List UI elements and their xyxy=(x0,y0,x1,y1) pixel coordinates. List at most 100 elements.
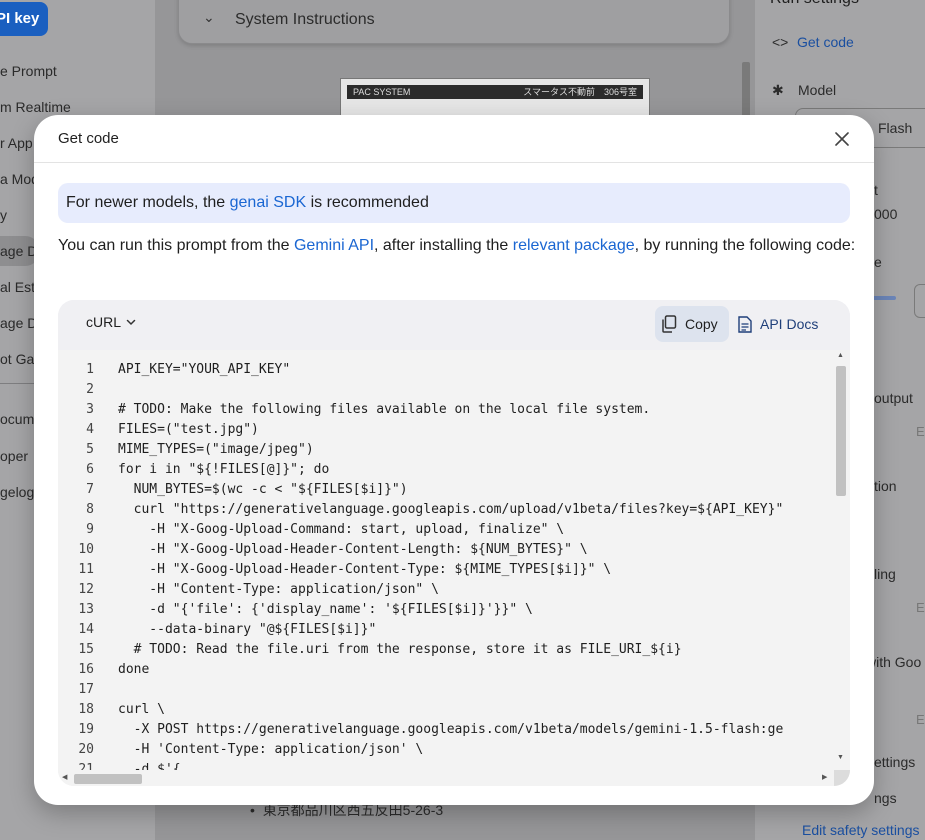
document-icon xyxy=(738,315,752,333)
code-line: 10 -H "X-Goog-Upload-Header-Content-Leng… xyxy=(58,540,838,560)
code-text: -H "X-Goog-Upload-Header-Content-Length:… xyxy=(118,542,588,557)
code-line: 13 -d "{'file': {'display_name': '${FILE… xyxy=(58,600,838,620)
code-vertical-scrollbar[interactable]: ▲ ▼ xyxy=(834,350,848,770)
edit-letter-2[interactable]: E xyxy=(916,600,925,615)
line-number: 15 xyxy=(78,642,94,657)
language-select[interactable]: cURL xyxy=(86,314,137,330)
code-text: for i in "${!FILES[@]}"; do xyxy=(118,462,330,477)
close-button[interactable] xyxy=(828,125,856,153)
image-header-bar: PAC SYSTEM スマータス不動前 306号室 xyxy=(347,85,643,99)
desc-part1: You can run this prompt from the xyxy=(58,237,294,254)
chevron-down-icon: ⌄ xyxy=(203,9,215,25)
nav-item[interactable]: gelog xyxy=(0,483,34,501)
code-line: 19 -X POST https://generativelanguage.go… xyxy=(58,720,838,740)
chevron-down-icon xyxy=(126,319,136,326)
execution-label: tion xyxy=(874,478,897,494)
nav-item[interactable]: oper xyxy=(0,447,28,465)
token-count-value: 000 xyxy=(874,206,898,222)
code-line: 18 curl \ xyxy=(58,700,838,720)
line-number: 9 xyxy=(86,522,94,537)
desc-part2: , after installing the xyxy=(374,237,513,254)
edit-letter-3[interactable]: E xyxy=(916,712,925,727)
copy-button[interactable]: Copy xyxy=(655,306,729,342)
code-line: 4 FILES=("test.jpg") xyxy=(58,420,838,440)
line-number: 2 xyxy=(86,382,94,397)
code-horizontal-scroll-thumb[interactable] xyxy=(74,774,142,784)
line-number: 6 xyxy=(86,462,94,477)
advanced-settings-label: ettings xyxy=(874,754,916,770)
line-number: 3 xyxy=(86,402,94,417)
sdk-notice-banner: For newer models, the genai SDK is recom… xyxy=(58,183,850,223)
code-text: done xyxy=(118,662,150,677)
line-number: 4 xyxy=(86,422,94,437)
relevant-package-link[interactable]: relevant package xyxy=(513,237,635,254)
code-line: 11 -H "X-Goog-Upload-Header-Content-Type… xyxy=(58,560,838,580)
code-text: # TODO: Read the file.uri from the respo… xyxy=(118,642,682,657)
code-text: curl "https://generativelanguage.googlea… xyxy=(118,502,784,517)
code-text: API_KEY="YOUR_API_KEY" xyxy=(118,362,291,377)
code-text: -X POST https://generativelanguage.googl… xyxy=(118,722,784,737)
nav-item[interactable]: ocum xyxy=(0,410,34,428)
token-count-label: t xyxy=(874,182,878,198)
code-line: 3 # TODO: Make the following files availa… xyxy=(58,400,838,420)
scroll-right-arrow-icon[interactable]: ▶ xyxy=(822,773,827,781)
dialog-header: Get code xyxy=(34,115,874,163)
code-line: 6 for i in "${!FILES[@]}"; do xyxy=(58,460,838,480)
main-scrollbar-thumb[interactable] xyxy=(742,62,750,122)
desc-part3: , by running the following code: xyxy=(634,237,856,254)
genai-sdk-link[interactable]: genai SDK xyxy=(230,194,307,211)
temperature-input[interactable] xyxy=(914,284,925,318)
code-line: 16 done xyxy=(58,660,838,680)
code-text: --data-binary "@${FILES[$i]}" xyxy=(118,622,377,637)
nav-item[interactable]: m Realtime xyxy=(0,98,71,116)
output-label: output xyxy=(874,390,913,406)
dialog-title: Get code xyxy=(58,130,119,147)
grounding-label: ling xyxy=(874,566,896,582)
dialog-description: You can run this prompt from the Gemini … xyxy=(58,233,858,258)
code-toolbar: cURL Copy API Docs xyxy=(58,300,850,348)
get-api-key-button[interactable]: PI key xyxy=(0,2,48,36)
run-settings-title: Run settings xyxy=(770,0,859,8)
line-number: 10 xyxy=(78,542,94,557)
nav-item[interactable]: ot Gal xyxy=(0,350,37,368)
nav-item[interactable]: r App xyxy=(0,134,33,152)
gemini-api-link[interactable]: Gemini API xyxy=(294,237,374,254)
nav-item[interactable]: age D xyxy=(0,314,37,332)
safety-settings-label: ngs xyxy=(874,790,897,806)
grounding-google-label: with Goo xyxy=(866,654,922,670)
model-value: Flash xyxy=(878,120,913,136)
line-number: 20 xyxy=(78,742,94,757)
line-number: 18 xyxy=(78,702,94,717)
line-number: 14 xyxy=(78,622,94,637)
code-text: MIME_TYPES=("image/jpeg") xyxy=(118,442,314,457)
edit-safety-settings-link[interactable]: Edit safety settings xyxy=(802,822,920,838)
edit-letter-1[interactable]: E xyxy=(916,424,925,439)
line-number: 16 xyxy=(78,662,94,677)
nav-item[interactable]: al Est xyxy=(0,278,35,296)
api-docs-label: API Docs xyxy=(760,316,819,332)
code-line: 12 -H "Content-Type: application/json" \ xyxy=(58,580,838,600)
nav-item[interactable]: e Prompt xyxy=(0,62,57,80)
code-line: 8 curl "https://generativelanguage.googl… xyxy=(58,500,838,520)
api-docs-button[interactable]: API Docs xyxy=(738,310,818,338)
code-line: 15 # TODO: Read the file.uri from the re… xyxy=(58,640,838,660)
code-vertical-scroll-thumb[interactable] xyxy=(836,366,846,496)
copy-label: Copy xyxy=(685,316,718,332)
scroll-down-arrow-icon[interactable]: ▼ xyxy=(837,754,844,761)
line-number: 8 xyxy=(86,502,94,517)
code-editor[interactable]: 1 API_KEY="YOUR_API_KEY" 2 3 # TODO: Make th… xyxy=(58,350,850,786)
notice-suffix: is recommended xyxy=(306,194,429,211)
get-code-link[interactable]: Get code xyxy=(797,34,854,50)
scroll-left-arrow-icon[interactable]: ◀ xyxy=(62,773,67,781)
system-instructions-panel[interactable]: ⌄ System Instructions xyxy=(178,0,730,44)
code-text: curl \ xyxy=(118,702,165,717)
system-instructions-label: System Instructions xyxy=(235,11,375,28)
code-horizontal-scrollbar[interactable]: ◀ ▶ xyxy=(58,770,834,786)
scroll-up-arrow-icon[interactable]: ▲ xyxy=(837,352,844,359)
code-line: 17 xyxy=(58,680,838,700)
scrollbar-corner xyxy=(834,770,850,786)
code-text: -H "X-Goog-Upload-Command: start, upload… xyxy=(118,522,565,537)
code-line: 7 NUM_BYTES=$(wc -c < "${FILES[$i]}") xyxy=(58,480,838,500)
model-icon: ✱ xyxy=(772,82,784,98)
nav-item[interactable]: y xyxy=(0,206,7,224)
